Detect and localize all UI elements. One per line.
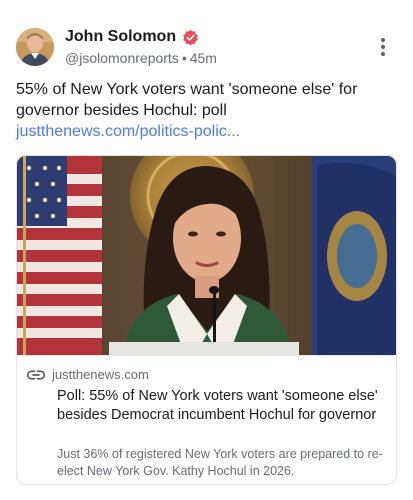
person-avatar-icon	[16, 28, 54, 66]
post-time[interactable]: 45m	[190, 50, 217, 66]
card-title[interactable]: Poll: 55% of New York voters want 'someo…	[57, 387, 387, 425]
author-meta: @jsolomonreports • 45m	[65, 50, 217, 66]
meta-separator: •	[181, 50, 187, 66]
post-body: 55% of New York voters want 'someone els…	[16, 81, 358, 119]
post-header: John Solomon @jsolomonreports • 45m	[16, 26, 397, 70]
author-name-row: John Solomon	[65, 26, 217, 48]
link-icon	[27, 369, 45, 380]
verified-badge-icon	[183, 29, 198, 45]
author-handle[interactable]: @jsolomonreports	[65, 50, 179, 66]
card-domain-row: justthenews.com	[27, 367, 149, 382]
post: John Solomon @jsolomonreports • 45m 55% of…	[0, 0, 413, 500]
post-text: 55% of New York voters want 'someone els…	[16, 79, 396, 142]
card-domain: justthenews.com	[52, 367, 149, 382]
news-photo-image	[17, 156, 396, 355]
news-photo[interactable]	[17, 156, 396, 355]
card-description: Just 36% of registered New York voters a…	[57, 447, 383, 478]
post-link[interactable]: justthenews.com/politics-polic...	[16, 123, 240, 140]
more-vertical-icon[interactable]	[379, 38, 387, 60]
link-card-body: justthenews.com Poll: 55% of New York vo…	[17, 355, 396, 478]
link-card[interactable]: justthenews.com Poll: 55% of New York vo…	[16, 155, 397, 485]
author-name[interactable]: John Solomon	[65, 28, 176, 46]
avatar[interactable]	[16, 28, 54, 66]
author-info: John Solomon @jsolomonreports • 45m	[65, 26, 217, 66]
